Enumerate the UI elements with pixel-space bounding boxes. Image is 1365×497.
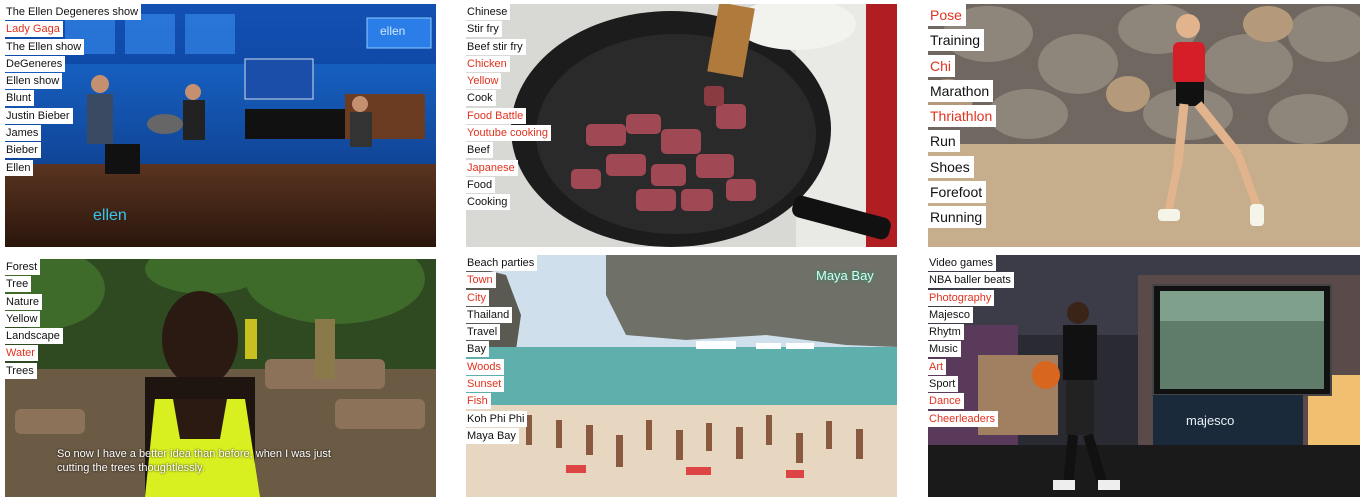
panel-ellen: The Ellen Degeneres show Lady Gaga The E… — [5, 4, 436, 247]
forest-tag-list: Forest Tree Nature Yellow Landscape Wate… — [5, 259, 63, 380]
tag: Art — [928, 358, 947, 375]
tag: Thailand — [466, 306, 513, 323]
tag: Sport — [928, 376, 959, 393]
tag: Yellow — [5, 310, 41, 327]
tag: Fish — [466, 393, 491, 410]
panel-cooking: Chinese Stir fry Beef stir fry Chicken Y… — [466, 4, 897, 247]
tag: Stir fry — [466, 21, 502, 38]
tag: Chicken — [466, 55, 510, 72]
tag: Yellow — [466, 73, 502, 90]
tag: DeGeneres — [5, 55, 66, 72]
tag: Maya Bay — [466, 427, 519, 444]
tag: Run — [928, 130, 960, 153]
tag: Cooking — [466, 194, 511, 211]
tag: Chinese — [466, 4, 511, 20]
panel-running: Pose Training Chi Marathon Thriathlon Ru… — [928, 4, 1360, 247]
tag: Justin Bieber — [5, 107, 73, 124]
tag: Beef — [466, 142, 493, 159]
tag: Marathon — [928, 79, 994, 102]
tag: Ellen — [5, 159, 34, 176]
tag: Beach parties — [466, 255, 538, 271]
tag: Cheerleaders — [928, 410, 999, 427]
tag: The Ellen show — [5, 38, 85, 55]
ellen-tag-list: The Ellen Degeneres show Lady Gaga The E… — [5, 4, 142, 177]
running-tag-list: Pose Training Chi Marathon Thriathlon Ru… — [928, 4, 997, 232]
tag: NBA baller beats — [928, 272, 1014, 289]
majesco-logo: majesco — [1186, 413, 1235, 428]
tag: Video games — [928, 255, 997, 271]
tag: Landscape — [5, 328, 63, 345]
location-overlay: Maya Bay — [816, 268, 874, 283]
tag: Woods — [466, 358, 505, 375]
tag: Forest — [5, 259, 41, 275]
tag: Koh Phi Phi — [466, 410, 528, 427]
tag: Cook — [466, 90, 496, 107]
tag: City — [466, 289, 489, 306]
beach-tag-list: Beach parties Town City Thailand Travel … — [466, 255, 538, 445]
tag: Bieber — [5, 142, 41, 159]
tag: Town — [466, 272, 496, 289]
tag: Beef stir fry — [466, 38, 526, 55]
tag: Tree — [5, 276, 32, 293]
panel-forest: Forest Tree Nature Yellow Landscape Wate… — [5, 259, 436, 497]
tag: Youtube cooking — [466, 125, 551, 142]
tag: Training — [928, 29, 985, 52]
tag: Photography — [928, 289, 995, 306]
tag: Chi — [928, 54, 956, 77]
tag: Food — [466, 176, 496, 193]
tag: Shoes — [928, 155, 974, 178]
tag: Travel — [466, 324, 501, 341]
tag: Food Battle — [466, 107, 527, 124]
panel-beach: Beach parties Town City Thailand Travel … — [466, 255, 897, 497]
tag: Blunt — [5, 90, 35, 107]
tag: Forefoot — [928, 181, 987, 204]
ellen-watermark: ellen — [93, 207, 127, 224]
tag: Trees — [5, 362, 37, 379]
tag: The Ellen Degeneres show — [5, 4, 142, 20]
tag: Lady Gaga — [5, 21, 63, 38]
tag: Nature — [5, 293, 43, 310]
tag: Bay — [466, 341, 489, 358]
tag: Sunset — [466, 376, 505, 393]
tag: Music — [928, 341, 961, 358]
tag: Dance — [928, 393, 964, 410]
video-subtitle: So now I have a better idea than before,… — [57, 448, 331, 474]
tag: Majesco — [928, 306, 973, 323]
tag: Rhytm — [928, 324, 964, 341]
cooking-tag-list: Chinese Stir fry Beef stir fry Chicken Y… — [466, 4, 551, 212]
gaming-tag-list: Video games NBA baller beats Photography… — [928, 255, 1014, 428]
tag: Running — [928, 206, 987, 229]
tag: Pose — [928, 4, 966, 26]
tag: James — [5, 125, 42, 142]
tag: Thriathlon — [928, 105, 997, 128]
ellen-screen-logo: ellen — [380, 24, 406, 38]
tag: Ellen show — [5, 73, 63, 90]
tag: Japanese — [466, 159, 518, 176]
tag: Water — [5, 345, 38, 362]
panel-gaming: Video games NBA baller beats Photography… — [928, 255, 1360, 497]
